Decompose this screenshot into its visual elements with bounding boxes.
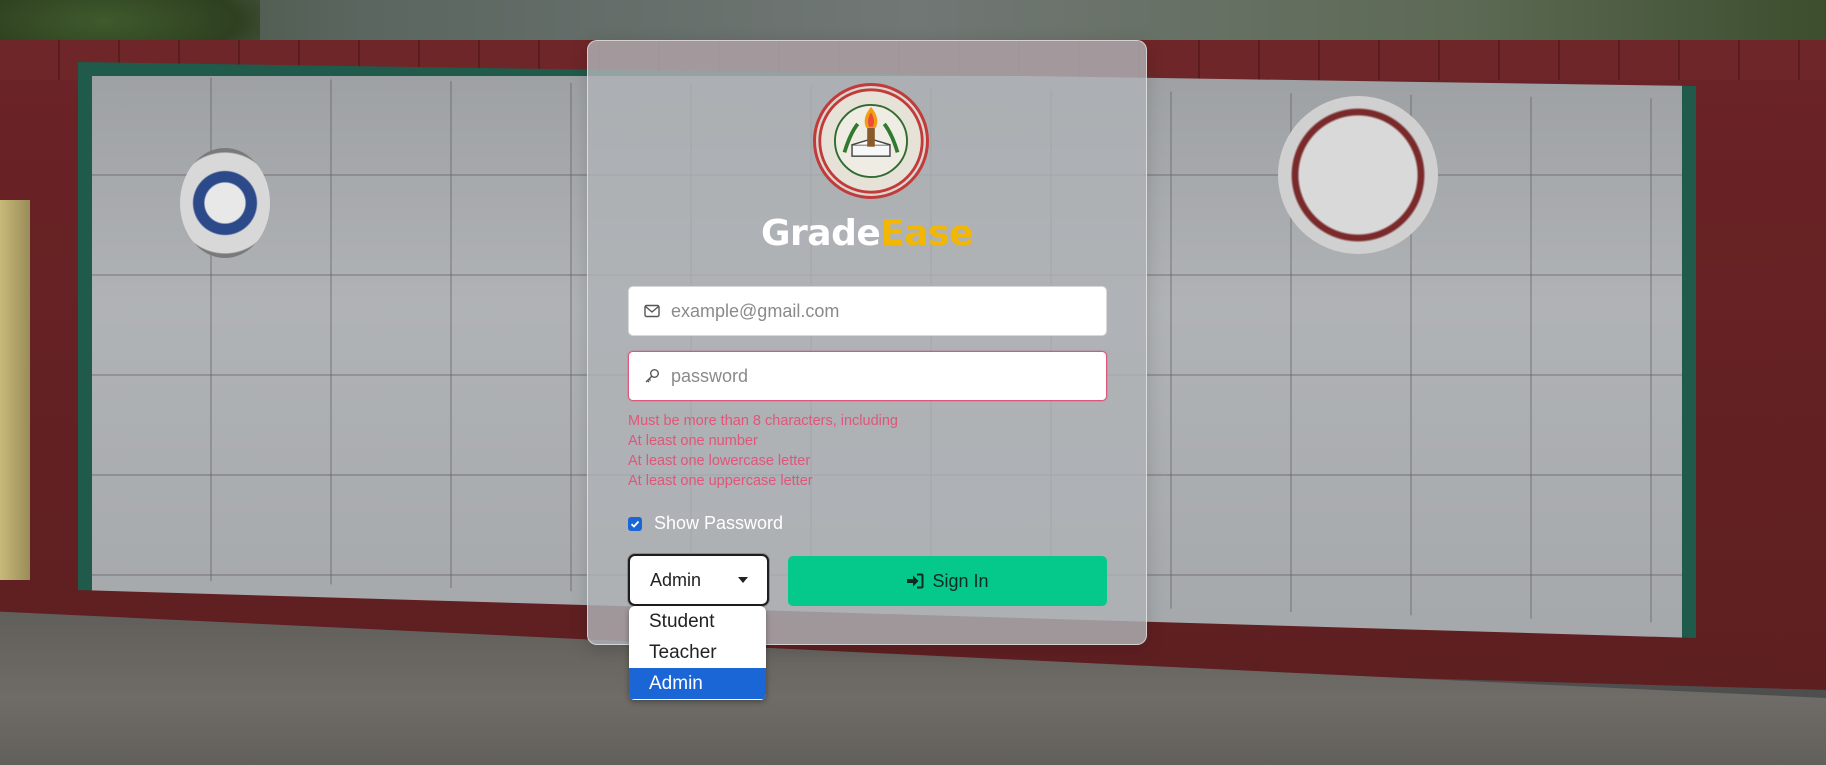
background-pillar (0, 200, 30, 580)
role-option-admin[interactable]: Admin (629, 668, 766, 699)
envelope-icon (643, 302, 661, 320)
sign-in-label: Sign In (932, 570, 989, 591)
role-select-value: Admin (650, 569, 702, 590)
app-title-part1: Grade (760, 213, 881, 254)
password-requirements: Must be more than 8 characters, includin… (628, 411, 1107, 491)
password-error-number: At least one number (628, 433, 758, 449)
key-icon (643, 367, 661, 385)
password-field[interactable] (628, 351, 1107, 401)
school-logo (813, 83, 929, 199)
checkmark-icon (630, 520, 640, 528)
background-seal-right (1278, 96, 1438, 254)
email-input[interactable] (671, 300, 1091, 322)
role-dropdown-list: Student Teacher Admin (629, 606, 766, 700)
password-input[interactable] (671, 365, 1091, 387)
login-card: GradeEase Must be more than 8 characters… (587, 40, 1147, 645)
role-option-teacher[interactable]: Teacher (629, 637, 766, 668)
sign-in-button[interactable]: Sign In (788, 556, 1107, 606)
caret-down-icon (738, 577, 748, 583)
password-error-uppercase: At least one uppercase letter (628, 473, 813, 489)
school-seal-icon (818, 88, 924, 194)
show-password-toggle[interactable]: Show Password (628, 513, 783, 534)
role-select[interactable]: Admin (628, 554, 769, 606)
email-field[interactable] (628, 286, 1107, 336)
show-password-checkbox[interactable] (628, 516, 642, 531)
password-error-lowercase: At least one lowercase letter (628, 453, 811, 469)
role-option-student[interactable]: Student (629, 606, 766, 637)
background-seal-left (180, 148, 270, 258)
sign-in-icon (907, 573, 924, 589)
app-title: GradeEase (588, 213, 1146, 254)
show-password-label: Show Password (654, 513, 784, 533)
password-error-length: Must be more than 8 characters, includin… (628, 413, 898, 429)
app-title-part2: Ease (880, 213, 973, 254)
